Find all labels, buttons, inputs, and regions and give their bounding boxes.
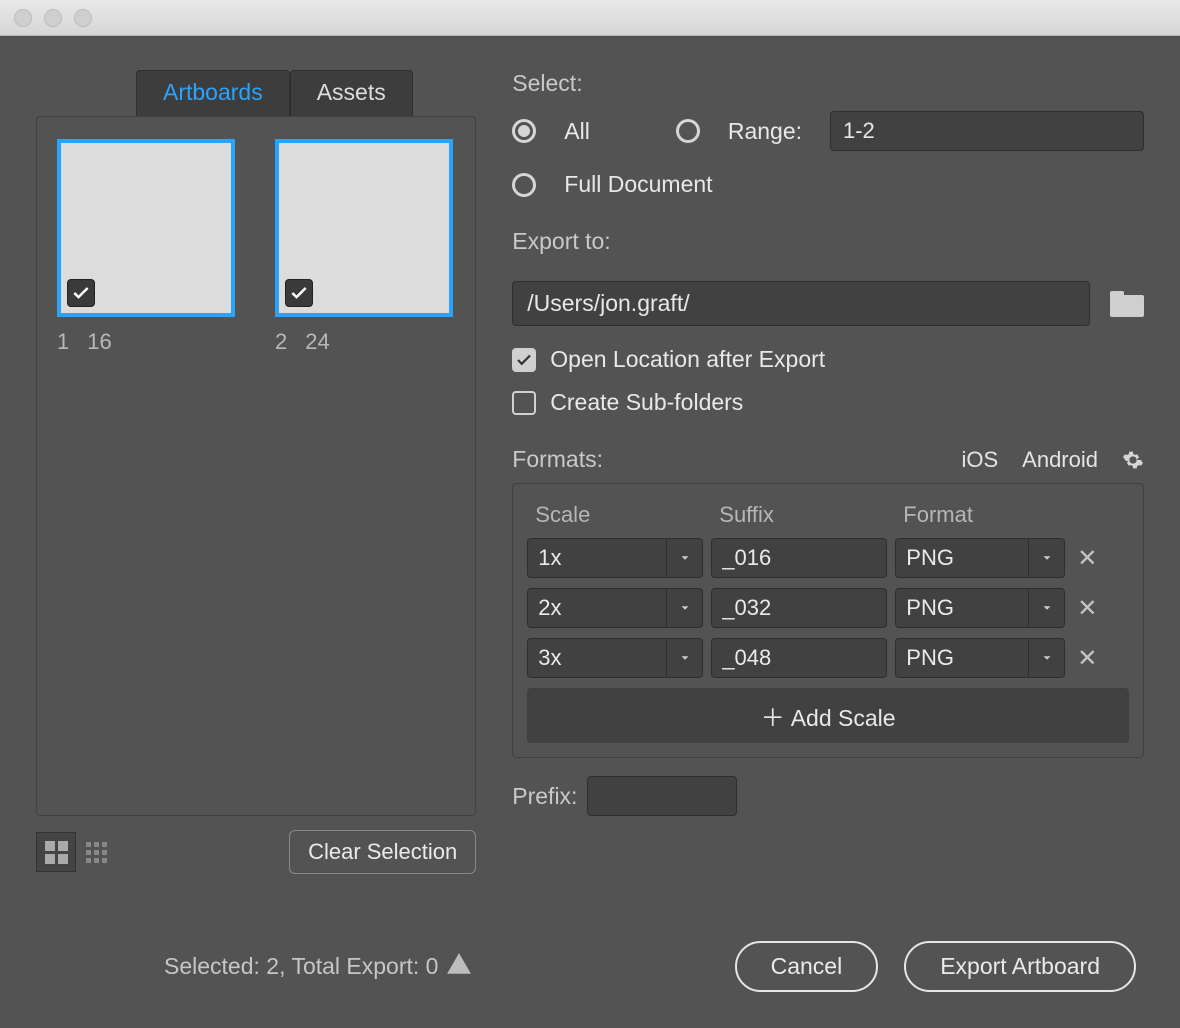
artboard-checkbox[interactable] [67, 279, 95, 307]
artboard-label: 224 [275, 329, 453, 355]
preset-ios-button[interactable]: iOS [961, 447, 998, 473]
radio-full-document-label: Full Document [564, 171, 712, 198]
artboard-checkbox[interactable] [285, 279, 313, 307]
scale-dropdown-icon[interactable] [667, 538, 703, 578]
status-text: Selected: 2, Total Export: 0 [164, 951, 472, 983]
range-input[interactable] [830, 111, 1144, 151]
open-location-label: Open Location after Export [550, 346, 825, 373]
remove-row-icon[interactable]: ✕ [1073, 544, 1101, 573]
header-scale: Scale [535, 502, 719, 528]
scale-input[interactable] [527, 588, 667, 628]
list-view-button[interactable] [76, 832, 116, 872]
close-window-icon[interactable] [14, 9, 32, 27]
preset-android-button[interactable]: Android [1022, 447, 1098, 473]
suffix-input[interactable] [711, 638, 887, 678]
format-row: ✕ [527, 538, 1129, 578]
format-dropdown-icon[interactable] [1029, 588, 1065, 628]
prefix-input[interactable] [587, 776, 737, 816]
artboard-item[interactable]: 224 [275, 139, 453, 793]
create-subfolders-label: Create Sub-folders [550, 389, 743, 416]
tab-artboards[interactable]: Artboards [136, 70, 290, 116]
scale-dropdown-icon[interactable] [667, 588, 703, 628]
export-path-input[interactable] [512, 281, 1090, 326]
add-scale-button[interactable]: ＋Add Scale [527, 688, 1129, 743]
create-subfolders-checkbox[interactable] [512, 391, 536, 415]
export-artboard-button[interactable]: Export Artboard [904, 941, 1136, 992]
prefix-label: Prefix: [512, 783, 577, 810]
artboard-label: 116 [57, 329, 235, 355]
header-format: Format [903, 502, 1073, 528]
titlebar [0, 0, 1180, 36]
format-input[interactable] [895, 638, 1029, 678]
plus-icon: ＋ [761, 705, 785, 732]
artboard-thumbnail[interactable] [57, 139, 235, 317]
radio-range-label: Range: [728, 118, 802, 145]
export-dialog: Artboards Assets 116 [0, 0, 1180, 1028]
suffix-input[interactable] [711, 538, 887, 578]
minimize-window-icon[interactable] [44, 9, 62, 27]
warning-icon [446, 951, 472, 983]
cancel-button[interactable]: Cancel [735, 941, 879, 992]
browse-folder-icon[interactable] [1110, 291, 1144, 317]
scale-dropdown-icon[interactable] [667, 638, 703, 678]
clear-selection-button[interactable]: Clear Selection [289, 830, 476, 874]
remove-row-icon[interactable]: ✕ [1073, 644, 1101, 673]
radio-all[interactable] [512, 119, 536, 143]
select-label: Select: [512, 70, 1144, 97]
grid-view-button[interactable] [36, 832, 76, 872]
format-row: ✕ [527, 638, 1129, 678]
format-input[interactable] [895, 538, 1029, 578]
formats-label: Formats: [512, 446, 603, 473]
scale-input[interactable] [527, 538, 667, 578]
radio-full-document[interactable] [512, 173, 536, 197]
zoom-window-icon[interactable] [74, 9, 92, 27]
format-dropdown-icon[interactable] [1029, 638, 1065, 678]
artboard-thumbnail[interactable] [275, 139, 453, 317]
artboard-panel: 116 224 [36, 116, 476, 816]
grid-icon [45, 841, 68, 864]
radio-range[interactable] [676, 119, 700, 143]
tab-assets[interactable]: Assets [290, 70, 413, 116]
gear-icon[interactable] [1122, 449, 1144, 471]
format-input[interactable] [895, 588, 1029, 628]
header-suffix: Suffix [719, 502, 903, 528]
scale-input[interactable] [527, 638, 667, 678]
export-to-label: Export to: [512, 228, 1144, 255]
open-location-checkbox[interactable] [512, 348, 536, 372]
format-row: ✕ [527, 588, 1129, 628]
formats-box: Scale Suffix Format ✕ [512, 483, 1144, 758]
radio-all-label: All [564, 118, 590, 145]
format-dropdown-icon[interactable] [1029, 538, 1065, 578]
suffix-input[interactable] [711, 588, 887, 628]
remove-row-icon[interactable]: ✕ [1073, 594, 1101, 623]
artboard-item[interactable]: 116 [57, 139, 235, 793]
list-icon [86, 842, 107, 863]
